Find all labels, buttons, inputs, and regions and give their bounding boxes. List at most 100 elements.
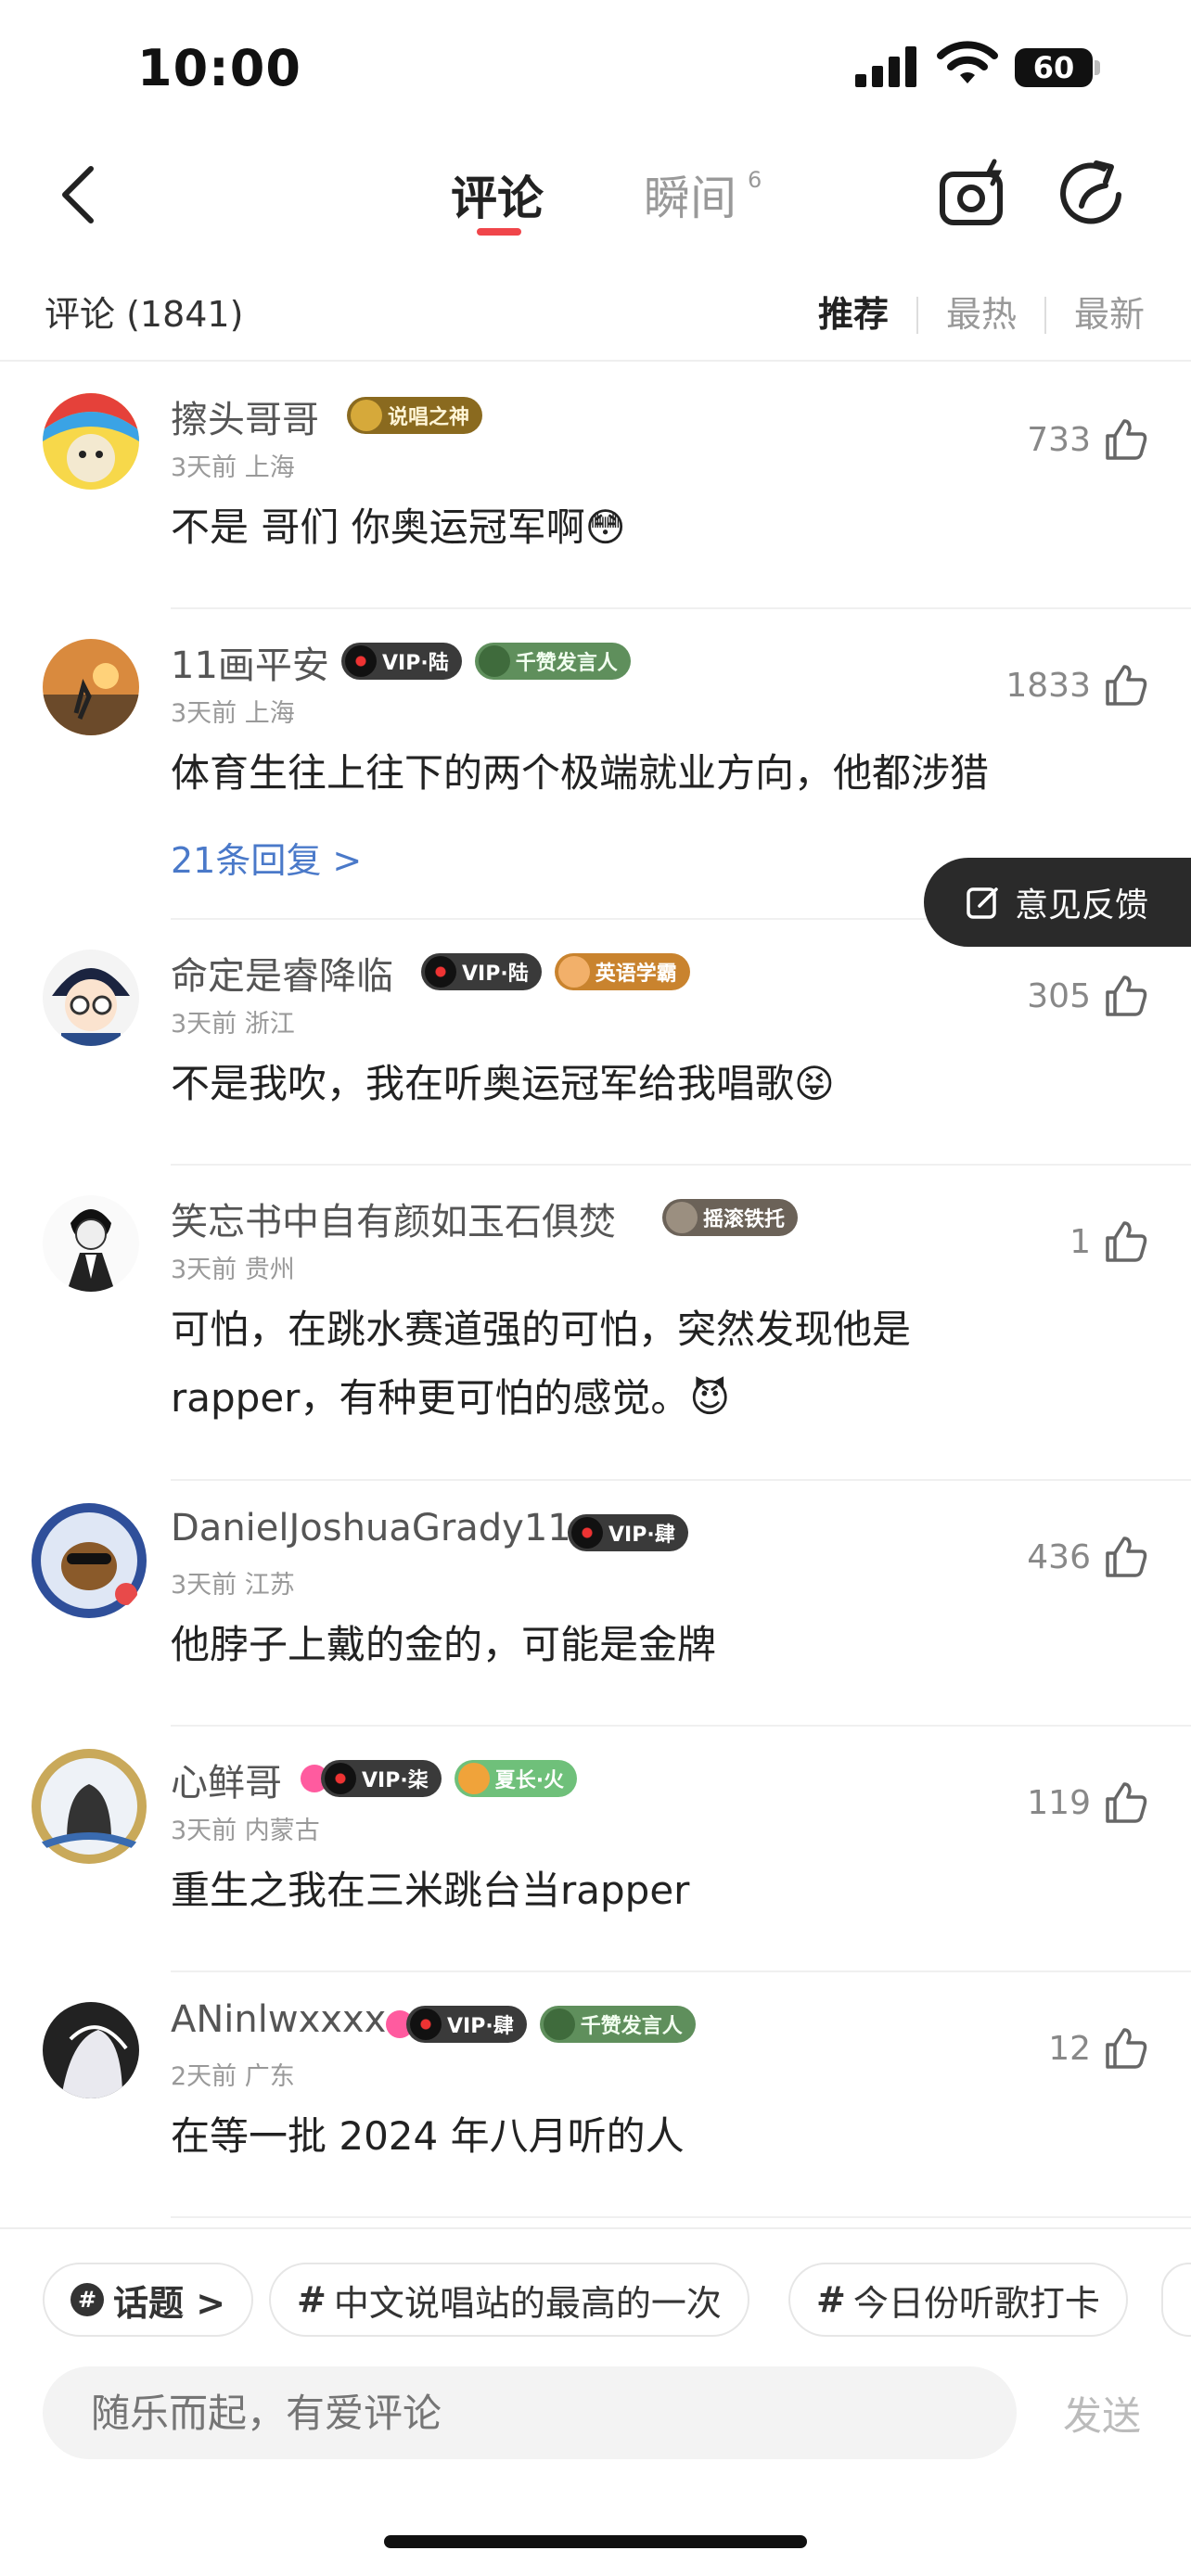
comment-meta: 3天前 内蒙古 xyxy=(171,1817,320,1845)
thumbs-up-icon[interactable] xyxy=(1102,972,1150,1020)
like-button[interactable]: 1833 xyxy=(1005,661,1150,709)
comment-item: 命定是睿降临 VIP·陆 英语学霸 3天前 浙江 不是我吹，我在听奥运冠军给我唱… xyxy=(43,920,1191,1166)
vip-badge[interactable]: VIP·陆 xyxy=(421,953,542,990)
thumbs-up-icon[interactable] xyxy=(1102,415,1150,464)
view-replies-link[interactable]: 21条回复 > xyxy=(171,832,362,883)
avatar[interactable] xyxy=(30,1501,148,1620)
hashtag-icon: # xyxy=(816,2279,846,2320)
title-badge[interactable]: 千赞发言人 xyxy=(539,2006,696,2043)
battery-level: 60 xyxy=(1032,50,1075,85)
send-button[interactable]: 发送 xyxy=(1063,2385,1141,2442)
topic-chip[interactable]: # 中文说唱站的最高的一次 xyxy=(269,2263,749,2337)
title-badge[interactable]: 摇滚铁托 xyxy=(662,1199,799,1236)
cellular-signal-icon xyxy=(855,46,916,87)
vip-badge[interactable]: VIP·柒 xyxy=(321,1760,442,1797)
thumbs-up-icon[interactable] xyxy=(1102,1218,1150,1266)
title-badge[interactable]: 夏长·火 xyxy=(454,1760,578,1797)
thumbs-up-icon[interactable] xyxy=(1102,1779,1150,1827)
status-time: 10:00 xyxy=(137,39,301,97)
vip-badge[interactable]: VIP·肆 xyxy=(568,1514,688,1551)
like-count: 1 xyxy=(1069,1222,1091,1261)
comment-meta: 3天前 上海 xyxy=(171,699,295,728)
wifi-icon xyxy=(937,41,998,83)
vip-badge[interactable]: VIP·肆 xyxy=(406,2006,527,2043)
comment-meta: 3天前 上海 xyxy=(171,453,295,482)
like-button[interactable]: 733 xyxy=(1027,415,1150,464)
feedback-button[interactable]: 意见反馈 xyxy=(924,858,1191,947)
hashtag-icon: # xyxy=(70,2283,104,2316)
username[interactable]: ANinlwxxxx xyxy=(171,1998,386,2041)
comment-meta: 2天前 广东 xyxy=(171,2062,295,2091)
share-icon[interactable] xyxy=(1057,158,1132,232)
like-count: 733 xyxy=(1027,420,1091,459)
username[interactable]: 心鲜哥 xyxy=(171,1753,282,1806)
avatar[interactable] xyxy=(43,950,139,1046)
username[interactable]: 笑忘书中自有颜如玉石俱焚 xyxy=(171,1192,616,1245)
badge-group: VIP·陆 英语学霸 xyxy=(421,953,690,990)
topic-chip[interactable]: # 今日份听歌打卡 xyxy=(788,2263,1128,2337)
avatar[interactable] xyxy=(43,393,139,490)
avatar[interactable] xyxy=(43,2002,139,2098)
comment-input[interactable] xyxy=(43,2366,1017,2459)
comment-item: ANinlwxxxx VIP·肆 千赞发言人 2天前 广东 在等一批 2024 … xyxy=(43,1972,1191,2218)
comment-text[interactable]: 不是我吹，我在听奥运冠军给我唱歌😝 xyxy=(171,1050,1098,1118)
sort-recommended[interactable]: 推荐 xyxy=(818,286,889,337)
title-badge[interactable]: 英语学霸 xyxy=(554,953,690,990)
thumbs-up-icon[interactable] xyxy=(1102,2024,1150,2072)
username[interactable]: 擦头哥哥 xyxy=(171,389,319,443)
like-button[interactable]: 119 xyxy=(1027,1779,1150,1827)
username[interactable]: 11画平安 xyxy=(171,635,329,689)
avatar[interactable] xyxy=(43,1195,139,1292)
comments-header: 评论 (1841) 推荐 最热 最新 xyxy=(0,269,1191,362)
feedback-label: 意见反馈 xyxy=(1015,886,1149,925)
comment-count: 评论 (1841) xyxy=(45,294,244,335)
badge-group: VIP·陆 千赞发言人 xyxy=(341,643,631,680)
battery-icon: 60 xyxy=(1015,48,1100,87)
active-tab-indicator xyxy=(477,228,521,236)
badge-group: VIP·肆 xyxy=(568,1514,688,1551)
title-badge[interactable]: 说唱之神 xyxy=(347,397,483,434)
tab-moments[interactable]: 瞬间 xyxy=(644,161,736,228)
avatar[interactable] xyxy=(30,1747,148,1866)
avatar[interactable] xyxy=(43,639,139,735)
comment-text[interactable]: 可怕，在跳水赛道强的可怕，突然发现他是 rapper，有种更可怕的感觉。😈 xyxy=(171,1295,1024,1433)
comment-meta: 3天前 浙江 xyxy=(171,1010,295,1039)
comment-item: 擦头哥哥 说唱之神 3天前 上海 不是 哥们 你奥运冠军啊😳 733 xyxy=(43,363,1191,609)
username[interactable]: DanielJoshuaGrady11 xyxy=(171,1507,571,1549)
thumbs-up-icon[interactable] xyxy=(1102,1533,1150,1581)
topic-chip-partial[interactable] xyxy=(1161,2263,1191,2337)
like-button[interactable]: 12 xyxy=(1048,2024,1150,2072)
thumbs-up-icon[interactable] xyxy=(1102,661,1150,709)
sort-newest[interactable]: 最新 xyxy=(1074,286,1145,337)
comment-list: 擦头哥哥 说唱之神 3天前 上海 不是 哥们 你奥运冠军啊😳 733 11画平安… xyxy=(0,363,1191,2218)
comment-meta: 3天前 江苏 xyxy=(171,1571,295,1600)
comment-input-bar: 发送 xyxy=(0,2366,1191,2459)
vip-badge[interactable]: VIP·陆 xyxy=(341,643,462,680)
badge-group: VIP·肆 千赞发言人 xyxy=(386,2006,696,2043)
tab-comments[interactable]: 评论 xyxy=(451,161,544,228)
topic-button[interactable]: # 话题 > xyxy=(43,2263,254,2337)
like-button[interactable]: 305 xyxy=(1027,972,1150,1020)
like-count: 119 xyxy=(1027,1783,1091,1822)
like-count: 436 xyxy=(1027,1537,1091,1576)
home-indicator[interactable] xyxy=(384,2535,807,2548)
hashtag-icon: # xyxy=(297,2279,327,2320)
comment-item: 心鲜哥 VIP·柒 夏长·火 3天前 内蒙古 重生之我在三米跳台当rapper … xyxy=(32,1727,1191,1972)
comment-text[interactable]: 体育生往上往下的两个极端就业方向，他都涉猎 xyxy=(171,739,1098,808)
camera-post-icon[interactable] xyxy=(937,158,1011,232)
back-arrow-icon[interactable] xyxy=(52,158,108,232)
topic-bar: # 话题 > # 中文说唱站的最高的一次 # 今日份听歌打卡 xyxy=(0,2227,1191,2366)
comment-text[interactable]: 不是 哥们 你奥运冠军啊😳 xyxy=(171,493,1098,562)
comment-text[interactable]: 他脖子上戴的金的，可能是金牌 xyxy=(171,1611,1098,1679)
status-bar: 10:00 60 xyxy=(0,0,1191,139)
like-button[interactable]: 1 xyxy=(1069,1218,1150,1266)
comment-text[interactable]: 在等一批 2024 年八月听的人 xyxy=(171,2102,1098,2171)
title-badge[interactable]: 千赞发言人 xyxy=(474,643,631,680)
comment-text[interactable]: 重生之我在三米跳台当rapper xyxy=(171,1856,1098,1925)
username[interactable]: 命定是睿降临 xyxy=(171,946,393,1000)
sort-hottest[interactable]: 最热 xyxy=(946,286,1017,337)
like-button[interactable]: 436 xyxy=(1027,1533,1150,1581)
comment-item: DanielJoshuaGrady11 VIP·肆 3天前 江苏 他脖子上戴的金… xyxy=(32,1481,1191,1727)
edit-icon xyxy=(967,887,998,919)
comment-item: 笑忘书中自有颜如玉石俱焚 摇滚铁托 3天前 贵州 可怕，在跳水赛道强的可怕，突然… xyxy=(43,1166,1191,1481)
